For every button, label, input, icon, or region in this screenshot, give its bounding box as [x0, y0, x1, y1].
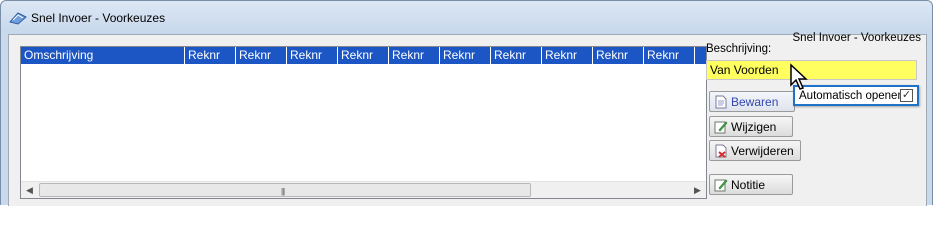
scroll-right-icon[interactable]: ▶: [689, 182, 706, 198]
column-reknr-9[interactable]: Reknr: [593, 47, 644, 64]
beschrijving-label: Beschrijving:: [706, 43, 772, 55]
scrollbar-thumb[interactable]: |||: [39, 183, 531, 197]
bewaren-button[interactable]: Bewaren: [709, 91, 795, 112]
column-reknr-8[interactable]: Reknr: [542, 47, 593, 64]
scroll-left-icon[interactable]: ◀: [21, 182, 38, 198]
column-reknr-7[interactable]: Reknr: [491, 47, 542, 64]
preset-list[interactable]: Omschrijving Reknr Reknr Reknr Reknr Rek…: [20, 46, 707, 199]
mouse-pointer-icon: [789, 63, 809, 91]
beschrijving-input[interactable]: Van Voorden: [706, 60, 917, 80]
app-icon: [9, 11, 27, 25]
note-icon: [714, 178, 728, 192]
column-reknr-4[interactable]: Reknr: [338, 47, 389, 64]
content-panel: Snel Invoer - Voorkeuzes Omschrijving Re…: [8, 32, 927, 206]
bewaren-label: Bewaren: [731, 94, 779, 109]
notitie-button[interactable]: Notitie: [709, 174, 793, 195]
column-reknr-3[interactable]: Reknr: [287, 47, 338, 64]
verwijderen-button[interactable]: Verwijderen: [709, 140, 801, 161]
app-window: Snel Invoer - Voorkeuzes Snel Invoer - V…: [0, 0, 933, 206]
column-reknr-10[interactable]: Reknr: [644, 47, 695, 64]
column-reknr-5[interactable]: Reknr: [389, 47, 440, 64]
title-bar: Snel Invoer - Voorkeuzes: [1, 1, 932, 35]
edit-icon: [714, 120, 728, 134]
automatisch-openen-option[interactable]: Automatisch openen ✓: [793, 85, 919, 106]
list-header: Omschrijving Reknr Reknr Reknr Reknr Rek…: [21, 47, 706, 64]
wijzigen-button[interactable]: Wijzigen: [709, 116, 793, 137]
horizontal-scrollbar[interactable]: ◀ ||| ▶: [21, 181, 706, 198]
automatisch-openen-checkbox[interactable]: ✓: [900, 89, 913, 102]
column-reknr-6[interactable]: Reknr: [440, 47, 491, 64]
verwijderen-label: Verwijderen: [731, 143, 794, 158]
window-title: Snel Invoer - Voorkeuzes: [31, 11, 166, 25]
automatisch-openen-label: Automatisch openen: [799, 89, 904, 102]
grip-icon: |||: [281, 187, 285, 196]
wijzigen-label: Wijzigen: [731, 119, 777, 134]
column-reknr-2[interactable]: Reknr: [236, 47, 287, 64]
column-reknr-1[interactable]: Reknr: [185, 47, 236, 64]
panel-title: Snel Invoer - Voorkeuzes: [792, 32, 922, 44]
notitie-label: Notitie: [731, 177, 766, 192]
column-omschrijving[interactable]: Omschrijving: [21, 47, 185, 64]
delete-icon: [714, 144, 728, 158]
save-document-icon: [714, 95, 728, 109]
